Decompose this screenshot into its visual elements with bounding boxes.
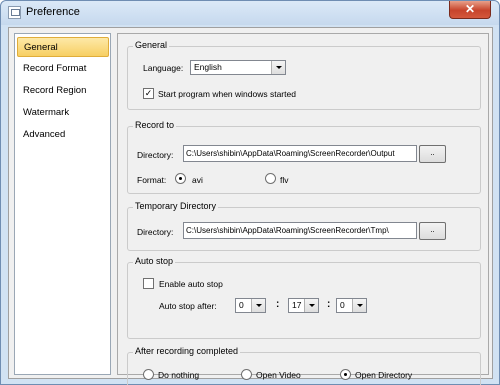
language-value: English xyxy=(194,62,222,72)
dialog-client-area: General Record Format Record Region Wate… xyxy=(8,27,493,385)
open-directory-label: Open Directory xyxy=(355,370,413,380)
do-nothing-label: Do nothing xyxy=(158,370,200,380)
sidebar-item-advanced[interactable]: Advanced xyxy=(17,125,109,145)
sidebar-item-general[interactable]: General xyxy=(17,37,109,57)
format-avi-radio[interactable] xyxy=(175,173,186,184)
sidebar-item-watermark[interactable]: Watermark xyxy=(17,103,109,123)
format-flv-label: flv xyxy=(280,175,289,185)
general-group-title: General xyxy=(133,40,170,50)
record-to-group-title: Record to xyxy=(133,120,177,130)
time-separator: : xyxy=(327,299,331,310)
auto-stop-minutes-select[interactable]: 17 xyxy=(288,298,319,313)
record-directory-field[interactable]: C:\Users\shibin\AppData\Roaming\ScreenRe… xyxy=(183,145,417,162)
language-select[interactable]: English xyxy=(190,60,286,75)
auto-stop-after-label: Auto stop after: xyxy=(159,301,217,311)
start-with-windows-checkbox[interactable]: ✓ xyxy=(143,88,154,99)
minutes-value: 17 xyxy=(292,300,302,310)
chevron-down-icon[interactable] xyxy=(271,61,285,74)
preference-window: Preference ✕ General Record Format Recor… xyxy=(0,0,500,385)
title-bar[interactable]: Preference ✕ xyxy=(1,1,499,25)
hours-value: 0 xyxy=(239,300,244,310)
temp-directory-group: Temporary Directory Directory: C:\Users\… xyxy=(127,201,481,251)
auto-stop-seconds-select[interactable]: 0 xyxy=(336,298,367,313)
temp-directory-group-title: Temporary Directory xyxy=(133,201,219,211)
sidebar-item-record-format[interactable]: Record Format xyxy=(17,59,109,79)
do-nothing-radio[interactable] xyxy=(143,369,154,380)
auto-stop-group: Auto stop Enable auto stop Auto stop aft… xyxy=(127,256,481,339)
record-directory-browse-button[interactable]: .. xyxy=(419,145,446,163)
window-title: Preference xyxy=(26,6,80,18)
enable-auto-stop-checkbox[interactable] xyxy=(143,278,154,289)
sidebar-item-record-region[interactable]: Record Region xyxy=(17,81,109,101)
general-group: General Language: English ✓ Start progra… xyxy=(127,40,481,110)
open-directory-radio[interactable] xyxy=(340,369,351,380)
format-label: Format: xyxy=(137,175,167,185)
record-directory-label: Directory: xyxy=(137,150,174,160)
open-video-label: Open Video xyxy=(256,370,301,380)
chevron-down-icon[interactable] xyxy=(304,299,318,312)
temp-directory-browse-button[interactable]: .. xyxy=(419,222,446,240)
auto-stop-group-title: Auto stop xyxy=(133,256,176,266)
temp-directory-label: Directory: xyxy=(137,227,174,237)
close-button[interactable]: ✕ xyxy=(449,1,491,19)
settings-panel: General Language: English ✓ Start progra… xyxy=(117,33,489,385)
after-recording-group-title: After recording completed xyxy=(133,346,241,356)
sidebar: General Record Format Record Region Wate… xyxy=(14,33,111,375)
language-label: Language: xyxy=(143,63,184,73)
after-recording-group: After recording completed Do nothing Ope… xyxy=(127,346,481,385)
enable-auto-stop-label: Enable auto stop xyxy=(159,279,223,289)
format-flv-radio[interactable] xyxy=(265,173,276,184)
auto-stop-hours-select[interactable]: 0 xyxy=(235,298,266,313)
app-window-icon xyxy=(8,6,21,19)
chevron-down-icon[interactable] xyxy=(352,299,366,312)
format-avi-label: avi xyxy=(192,175,203,185)
record-to-group: Record to Directory: C:\Users\shibin\App… xyxy=(127,120,481,194)
time-separator: : xyxy=(276,299,280,310)
temp-directory-field[interactable]: C:\Users\shibin\AppData\Roaming\ScreenRe… xyxy=(183,222,417,239)
start-with-windows-label: Start program when windows started xyxy=(158,89,296,99)
seconds-value: 0 xyxy=(340,300,345,310)
chevron-down-icon[interactable] xyxy=(251,299,265,312)
open-video-radio[interactable] xyxy=(241,369,252,380)
